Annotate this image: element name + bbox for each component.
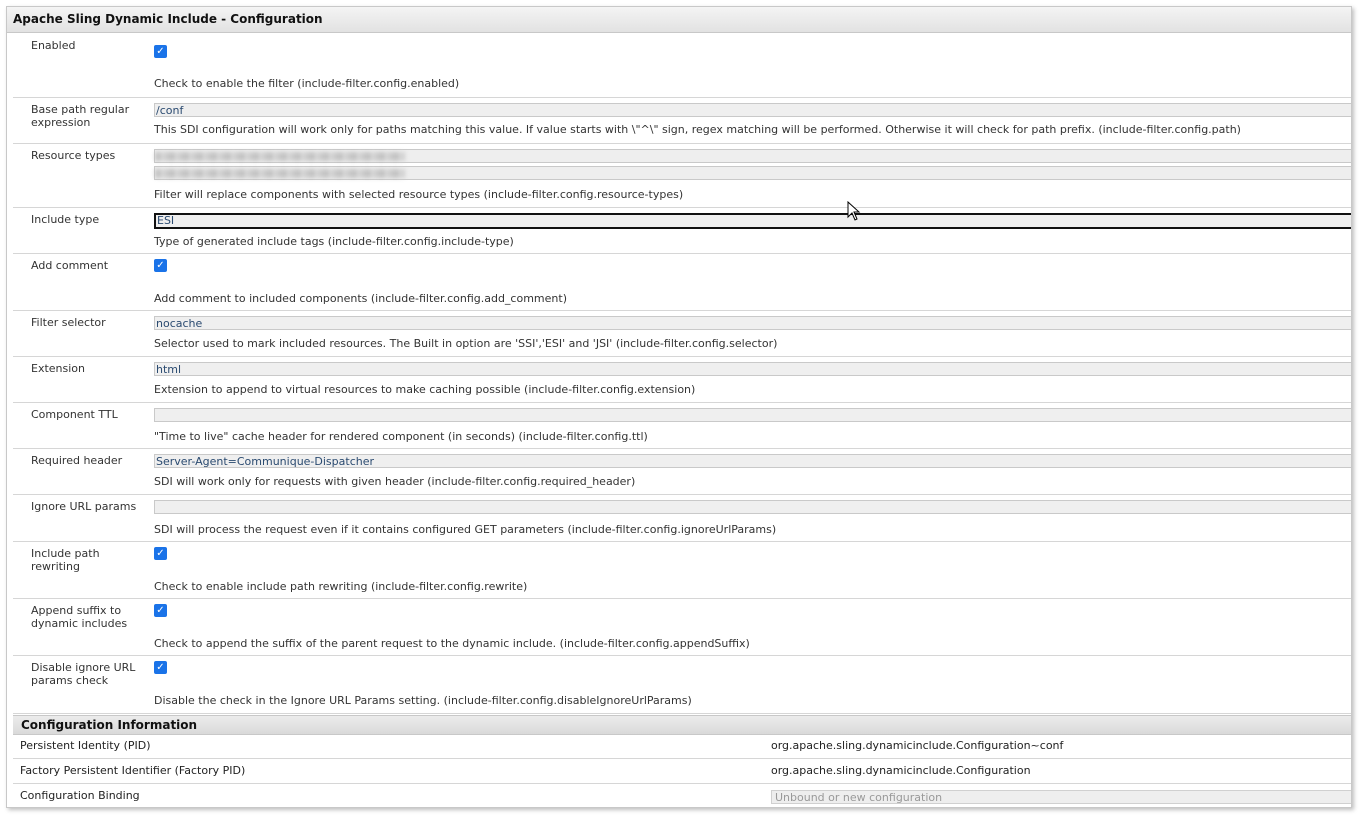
- checkmark-icon: ✓: [156, 662, 165, 673]
- factory-pid-label: Factory Persistent Identifier (Factory P…: [20, 764, 246, 777]
- pid-label: Persistent Identity (PID): [20, 739, 151, 752]
- info-row-pid: Persistent Identity (PID) org.apache.sli…: [13, 734, 1351, 759]
- row-append-suffix: Append suffix to dynamic includes ✓ Chec…: [13, 598, 1351, 656]
- info-row-factory-pid: Factory Persistent Identifier (Factory P…: [13, 759, 1351, 784]
- label-add-comment: Add comment: [31, 259, 109, 272]
- label-ignore-url-params: Ignore URL params: [31, 500, 137, 513]
- blurred-value: [155, 169, 405, 178]
- include-type-input[interactable]: ESI: [154, 213, 1351, 229]
- desc-filter-selector: Selector used to mark included resources…: [154, 337, 778, 350]
- desc-base-path: This SDI configuration will work only fo…: [154, 123, 1241, 136]
- label-required-header: Required header: [31, 454, 123, 467]
- pid-value: org.apache.sling.dynamicinclude.Configur…: [771, 739, 1064, 752]
- factory-pid-value: org.apache.sling.dynamicinclude.Configur…: [771, 764, 1031, 777]
- row-component-ttl: Component TTL "Time to live" cache heade…: [13, 402, 1351, 449]
- row-extension: Extension html Extension to append to vi…: [13, 356, 1351, 403]
- desc-enabled: Check to enable the filter (include-filt…: [154, 77, 460, 90]
- filter-selector-input[interactable]: nocache: [154, 316, 1351, 330]
- row-enabled: Enabled ✓ Check to enable the filter (in…: [13, 33, 1351, 98]
- label-resource-types: Resource types: [31, 149, 116, 162]
- binding-label: Configuration Binding: [20, 789, 140, 802]
- blurred-value: [155, 152, 405, 161]
- resource-type-input-2[interactable]: [154, 166, 1351, 180]
- row-required-header: Required header Server-Agent=Communique-…: [13, 448, 1351, 495]
- label-filter-selector: Filter selector: [31, 316, 106, 329]
- base-path-input[interactable]: /conf: [154, 103, 1351, 117]
- resource-type-input-1[interactable]: [154, 149, 1351, 163]
- row-filter-selector: Filter selector nocache Selector used to…: [13, 310, 1351, 357]
- desc-resource-types: Filter will replace components with sele…: [154, 188, 684, 201]
- label-base-path: Base path regular expression: [31, 103, 130, 129]
- dialog-title: Apache Sling Dynamic Include - Configura…: [7, 7, 1351, 33]
- label-append-suffix: Append suffix to dynamic includes: [31, 604, 128, 630]
- checkmark-icon: ✓: [156, 260, 165, 271]
- component-ttl-input[interactable]: [154, 408, 1351, 422]
- row-include-type: Include type ESI Type of generated inclu…: [13, 207, 1351, 254]
- row-ignore-url-params: Ignore URL params SDI will process the r…: [13, 494, 1351, 542]
- desc-required-header: SDI will work only for requests with giv…: [154, 475, 636, 488]
- label-disable-ignore: Disable ignore URL params check: [31, 661, 136, 687]
- checkmark-icon: ✓: [156, 548, 165, 559]
- desc-disable-ignore: Disable the check in the Ignore URL Para…: [154, 694, 692, 707]
- row-base-path: Base path regular expression /conf This …: [13, 97, 1351, 144]
- path-rewriting-checkbox[interactable]: ✓: [154, 547, 167, 560]
- enabled-checkbox[interactable]: ✓: [154, 45, 167, 58]
- append-suffix-checkbox[interactable]: ✓: [154, 604, 167, 617]
- add-comment-checkbox[interactable]: ✓: [154, 259, 167, 272]
- label-extension: Extension: [31, 362, 86, 375]
- row-resource-types: Resource types Filter will replace compo…: [13, 143, 1351, 208]
- label-path-rewriting: Include path rewriting: [31, 547, 100, 573]
- extension-input[interactable]: html: [154, 362, 1351, 376]
- label-enabled: Enabled: [31, 39, 76, 52]
- desc-ignore-url-params: SDI will process the request even if it …: [154, 523, 777, 536]
- binding-input[interactable]: Unbound or new configuration: [771, 790, 1351, 804]
- label-component-ttl: Component TTL: [31, 408, 118, 421]
- checkmark-icon: ✓: [156, 46, 165, 57]
- desc-extension: Extension to append to virtual resources…: [154, 383, 696, 396]
- checkmark-icon: ✓: [156, 605, 165, 616]
- desc-component-ttl: "Time to live" cache header for rendered…: [154, 430, 648, 443]
- label-include-type: Include type: [31, 213, 100, 226]
- info-row-binding: Configuration Binding Unbound or new con…: [13, 784, 1351, 807]
- row-add-comment: Add comment ✓ Add comment to included co…: [13, 253, 1351, 311]
- desc-append-suffix: Check to append the suffix of the parent…: [154, 637, 750, 650]
- desc-add-comment: Add comment to included components (incl…: [154, 292, 567, 305]
- row-path-rewriting: Include path rewriting ✓ Check to enable…: [13, 541, 1351, 599]
- desc-path-rewriting: Check to enable include path rewriting (…: [154, 580, 528, 593]
- row-disable-ignore: Disable ignore URL params check ✓ Disabl…: [13, 655, 1351, 714]
- config-info-header: Configuration Information: [13, 715, 1351, 735]
- required-header-input[interactable]: Server-Agent=Communique-Dispatcher: [154, 454, 1351, 468]
- desc-include-type: Type of generated include tags (include-…: [154, 235, 514, 248]
- mouse-cursor-icon: [847, 201, 861, 221]
- ignore-url-params-input[interactable]: [154, 500, 1351, 514]
- configuration-dialog: Apache Sling Dynamic Include - Configura…: [6, 6, 1352, 808]
- disable-ignore-checkbox[interactable]: ✓: [154, 661, 167, 674]
